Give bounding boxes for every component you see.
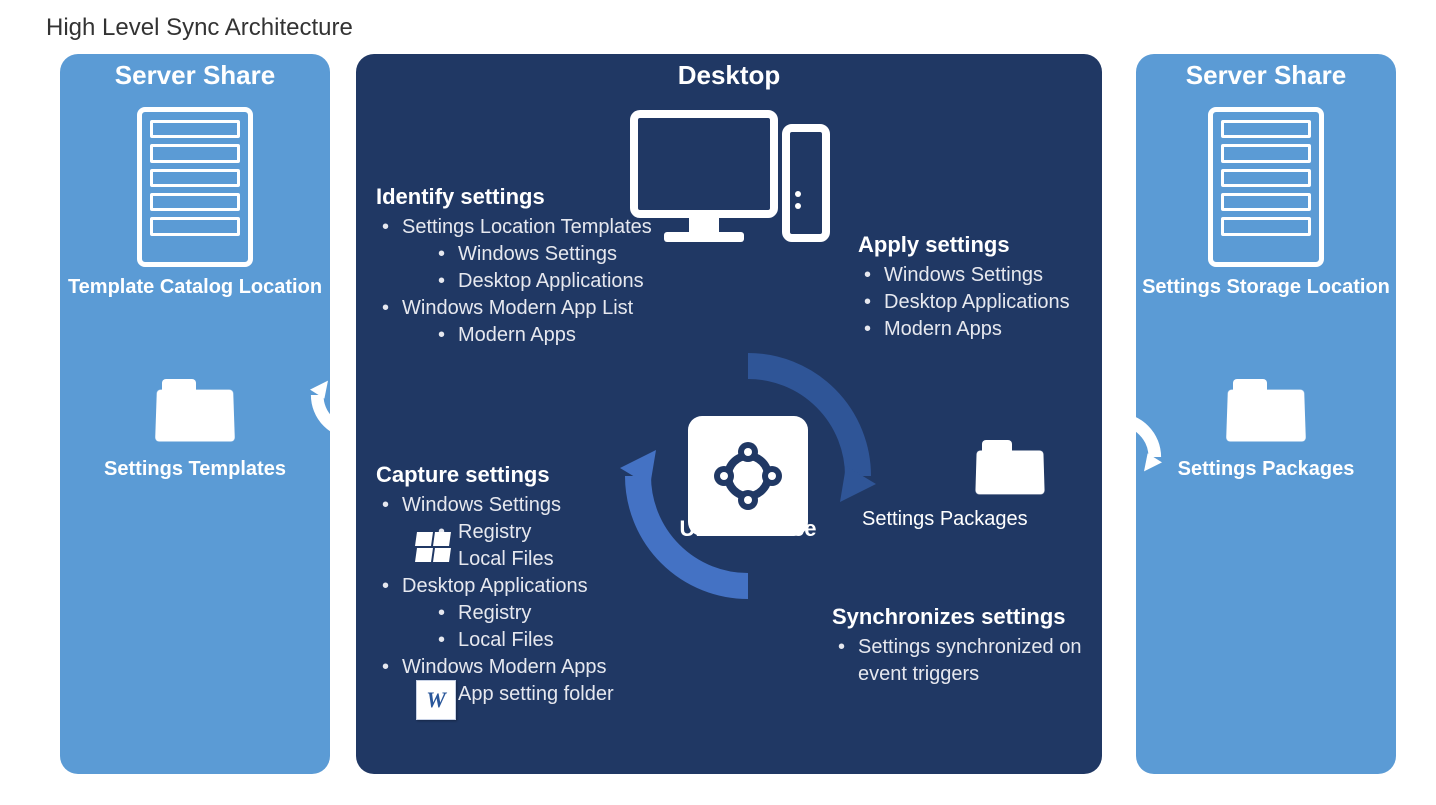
list-item: App setting folder [432, 681, 706, 708]
list-item: Desktop Applications [858, 289, 1118, 316]
folder-icon [156, 379, 234, 441]
right-panel-title: Server Share [1136, 60, 1396, 91]
settings-templates-label: Settings Templates [104, 457, 286, 481]
apply-settings-section: Apply settings Windows Settings Desktop … [858, 232, 1118, 343]
list-item: Modern Apps [858, 316, 1118, 343]
apply-list: Windows Settings Desktop Applications Mo… [858, 262, 1118, 343]
server-share-left-panel: Server Share Template Catalog Location S… [60, 54, 330, 774]
identify-list: Settings Location Templates Windows Sett… [376, 214, 706, 349]
folder-icon [976, 440, 1044, 494]
identify-title: Identify settings [376, 184, 706, 210]
sync-list: Settings synchronized on event triggers [832, 634, 1122, 688]
server-share-right-panel: Server Share Settings Storage Location S… [1136, 54, 1396, 774]
apply-title: Apply settings [858, 232, 1118, 258]
capture-title: Capture settings [376, 462, 706, 488]
synchronize-settings-section: Synchronizes settings Settings synchroni… [832, 604, 1122, 688]
list-item: Windows Settings [858, 262, 1118, 289]
list-item: Desktop Applications [402, 575, 588, 597]
list-item: Settings synchronized on event triggers [832, 634, 1122, 688]
capture-list: Windows Settings Registry Local Files De… [376, 492, 706, 708]
folder-icon [1227, 379, 1305, 441]
identify-settings-section: Identify settings Settings Location Temp… [376, 184, 706, 349]
settings-storage-label: Settings Storage Location [1142, 275, 1390, 299]
list-item: Windows Settings [402, 494, 561, 516]
desktop-panel: Desktop [356, 54, 1102, 774]
page-title: High Level Sync Architecture [46, 14, 353, 42]
list-item: Windows Modern Apps [402, 656, 607, 678]
capture-settings-section: Capture settings Windows Settings Regist… [376, 462, 706, 708]
windows-flag-icon [416, 532, 456, 566]
settings-packages-folder [976, 440, 1044, 494]
list-item: Settings Location Templates [402, 216, 652, 238]
list-item: Windows Settings [432, 241, 706, 268]
sync-title: Synchronizes settings [832, 604, 1122, 630]
list-item: Local Files [432, 627, 706, 654]
list-item: Modern Apps [432, 322, 706, 349]
center-panel-title: Desktop [356, 60, 1102, 91]
list-item: Windows Modern App List [402, 297, 633, 319]
settings-packages-label-right: Settings Packages [1178, 457, 1355, 481]
word-document-icon: W [416, 680, 456, 720]
list-item: Local Files [432, 546, 706, 573]
left-panel-title: Server Share [60, 60, 330, 91]
list-item: Desktop Applications [432, 268, 706, 295]
template-catalog-label: Template Catalog Location [68, 275, 322, 299]
settings-packages-label-center: Settings Packages [862, 508, 1028, 531]
server-rack-icon [137, 107, 253, 267]
list-item: Registry [432, 519, 706, 546]
list-item: Registry [432, 600, 706, 627]
server-rack-icon [1208, 107, 1324, 267]
